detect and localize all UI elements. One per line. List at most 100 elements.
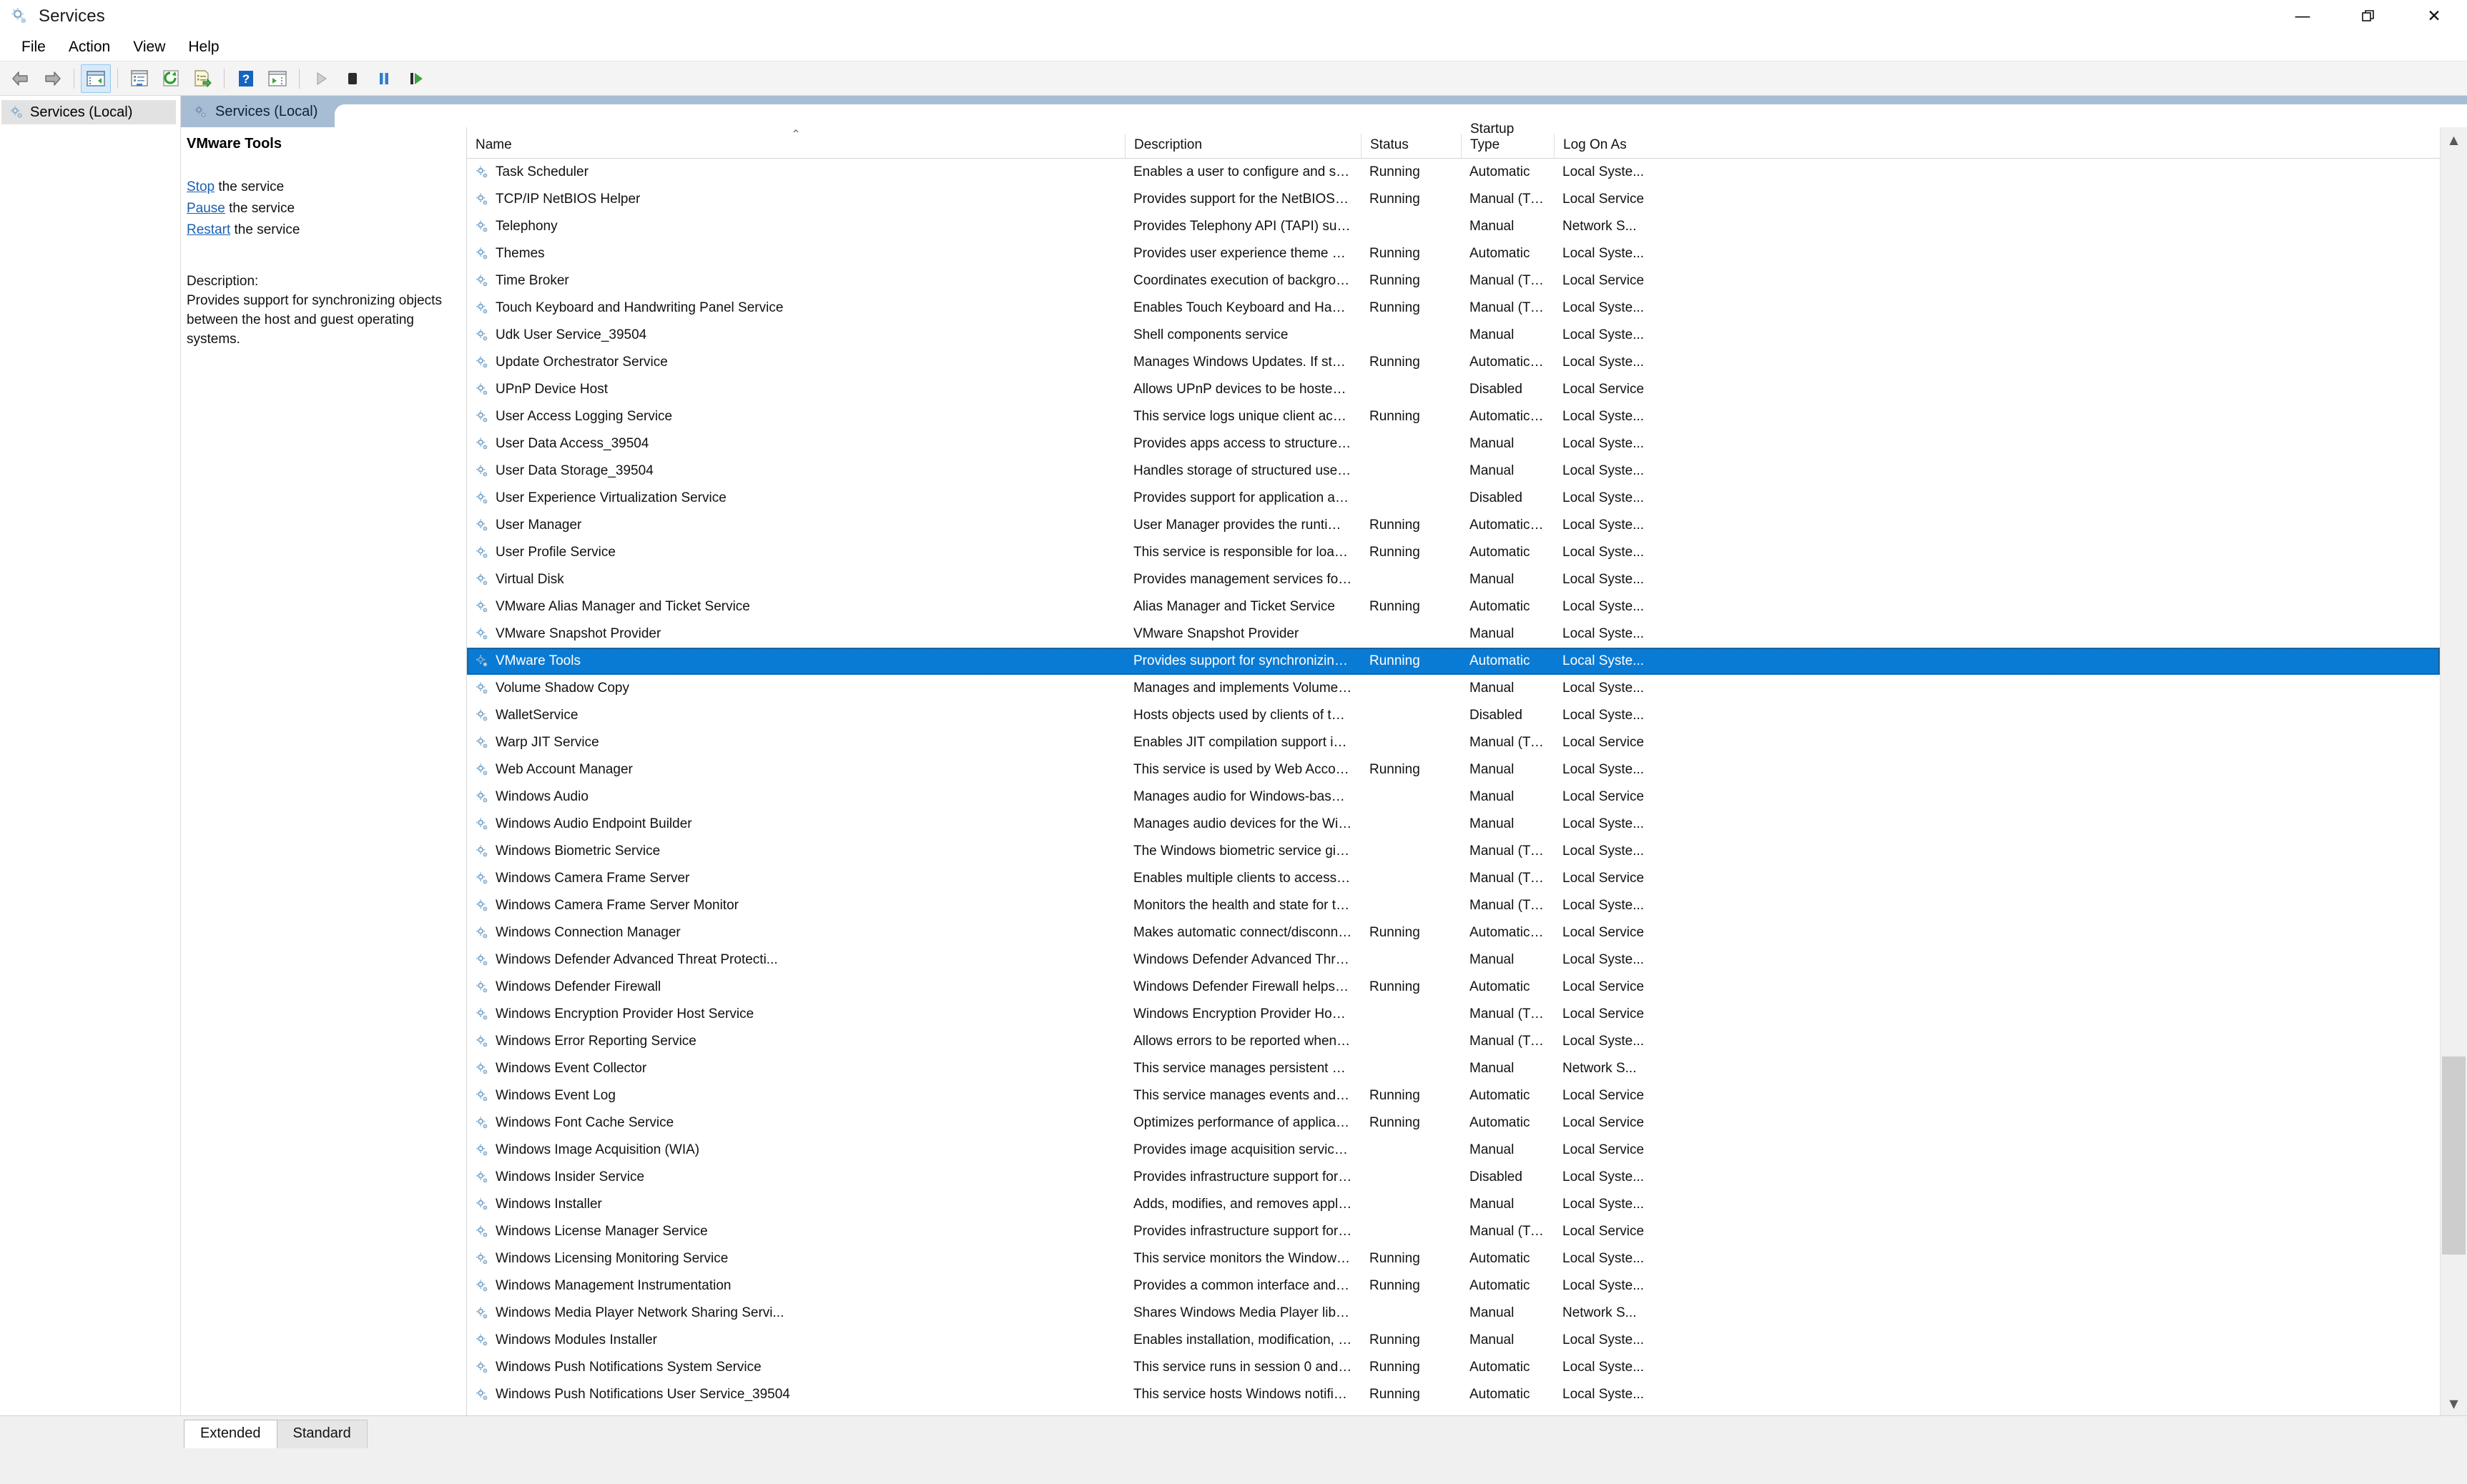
table-row[interactable]: Telephony Provides Telephony API (TAPI) s… bbox=[467, 213, 2440, 240]
cell-name: Windows Event Log bbox=[467, 1088, 1125, 1104]
column-header-status[interactable]: Status bbox=[1361, 134, 1461, 158]
scrollbar-thumb[interactable] bbox=[2442, 1056, 2466, 1255]
pane-content: VMware Tools Stop the service Pause the … bbox=[181, 122, 2467, 1415]
table-row[interactable]: Virtual Disk Provides management services… bbox=[467, 566, 2440, 593]
table-row[interactable]: Windows Defender Firewall Windows Defende… bbox=[467, 974, 2440, 1001]
table-row[interactable]: Windows Defender Advanced Threat Protect… bbox=[467, 946, 2440, 974]
table-row[interactable]: Windows Image Acquisition (WIA) Provides … bbox=[467, 1137, 2440, 1164]
table-row[interactable]: User Access Logging Service This service … bbox=[467, 403, 2440, 430]
table-row[interactable]: User Experience Virtualization Service Pr… bbox=[467, 485, 2440, 512]
table-row[interactable]: VMware Alias Manager and Ticket Service A… bbox=[467, 593, 2440, 620]
table-row[interactable]: Windows Encryption Provider Host Service… bbox=[467, 1001, 2440, 1028]
table-row[interactable]: UPnP Device Host Allows UPnP devices to b… bbox=[467, 376, 2440, 403]
table-row[interactable]: Task Scheduler Enables a user to configur… bbox=[467, 159, 2440, 186]
table-row[interactable]: Windows License Manager Service Provides … bbox=[467, 1218, 2440, 1245]
menu-file[interactable]: File bbox=[10, 36, 57, 59]
restart-service-suffix: the service bbox=[230, 222, 300, 237]
table-row[interactable]: Windows Licensing Monitoring Service This… bbox=[467, 1245, 2440, 1272]
cell-description: Provides apps access to structured u... bbox=[1133, 436, 1361, 451]
table-row[interactable]: Windows Push Notifications System Servic… bbox=[467, 1354, 2440, 1381]
table-row[interactable]: VMware Snapshot Provider VMware Snapshot … bbox=[467, 620, 2440, 648]
service-name-label: Windows Licensing Monitoring Service bbox=[496, 1251, 729, 1266]
table-row[interactable]: Windows Management Instrumentation Provid… bbox=[467, 1272, 2440, 1300]
table-row[interactable]: Windows Audio Manages audio for Windows-b… bbox=[467, 783, 2440, 811]
back-icon[interactable] bbox=[6, 64, 36, 93]
scroll-up-arrow-icon[interactable]: ▲ bbox=[2441, 127, 2467, 152]
close-button[interactable]: ✕ bbox=[2401, 0, 2467, 33]
table-row[interactable]: User Data Access_39504 Provides apps acce… bbox=[467, 430, 2440, 457]
table-row[interactable]: TCP/IP NetBIOS Helper Provides support fo… bbox=[467, 186, 2440, 213]
column-header-description[interactable]: Description bbox=[1125, 134, 1361, 158]
table-row[interactable]: Windows Event Collector This service mana… bbox=[467, 1055, 2440, 1082]
column-header-name[interactable]: Name ⌃ bbox=[467, 129, 1125, 158]
cell-logon: Local Syste... bbox=[1562, 1251, 1645, 1266]
menu-action[interactable]: Action bbox=[57, 36, 122, 59]
table-row[interactable]: Windows Connection Manager Makes automati… bbox=[467, 919, 2440, 946]
service-gear-icon bbox=[474, 1115, 490, 1131]
table-row[interactable]: Time Broker Coordinates execution of back… bbox=[467, 267, 2440, 295]
table-row[interactable]: Volume Shadow Copy Manages and implements… bbox=[467, 675, 2440, 702]
table-row[interactable]: WalletService Hosts objects used by clien… bbox=[467, 702, 2440, 729]
tree-node-services-local[interactable]: Services (Local) bbox=[1, 100, 176, 124]
cell-description: Hosts objects used by clients of the ... bbox=[1133, 708, 1361, 723]
refresh-icon[interactable] bbox=[156, 64, 186, 93]
restore-button[interactable] bbox=[2335, 0, 2401, 33]
export-list-icon[interactable] bbox=[187, 64, 217, 93]
column-header-startup-type[interactable]: Startup Type bbox=[1461, 122, 1554, 158]
table-row[interactable]: Windows Font Cache Service Optimizes perf… bbox=[467, 1109, 2440, 1137]
stop-service-icon[interactable] bbox=[338, 64, 368, 93]
table-row[interactable]: Update Orchestrator Service Manages Windo… bbox=[467, 349, 2440, 376]
scroll-down-arrow-icon[interactable]: ▼ bbox=[2441, 1391, 2467, 1415]
table-row[interactable]: Windows Modules Installer Enables install… bbox=[467, 1327, 2440, 1354]
show-action-pane-icon[interactable] bbox=[262, 64, 292, 93]
table-row[interactable]: Windows Insider Service Provides infrastr… bbox=[467, 1164, 2440, 1191]
table-row[interactable]: Windows Event Log This service manages ev… bbox=[467, 1082, 2440, 1109]
cell-description: Enables JIT compilation support in d... bbox=[1133, 735, 1361, 750]
forward-icon[interactable] bbox=[37, 64, 67, 93]
menu-view[interactable]: View bbox=[122, 36, 177, 59]
properties-icon[interactable] bbox=[124, 64, 154, 93]
show-hide-console-tree-icon[interactable] bbox=[81, 64, 111, 93]
service-gear-icon bbox=[474, 1088, 490, 1104]
start-service-icon[interactable] bbox=[306, 64, 336, 93]
table-row[interactable]: Windows Push Notifications User Service_… bbox=[467, 1381, 2440, 1408]
table-row[interactable]: Windows Audio Endpoint Builder Manages au… bbox=[467, 811, 2440, 838]
stop-service-link[interactable]: Stop bbox=[187, 179, 215, 194]
pause-service-icon[interactable] bbox=[369, 64, 399, 93]
cell-description: Enables installation, modification, a... bbox=[1133, 1332, 1357, 1347]
description-text: Provides support for synchronizing objec… bbox=[187, 293, 442, 347]
tab-extended[interactable]: Extended bbox=[184, 1420, 277, 1448]
column-header-log-on-as[interactable]: Log On As bbox=[1554, 134, 1668, 158]
table-row[interactable]: User Data Storage_39504 Handles storage o… bbox=[467, 457, 2440, 485]
table-row[interactable]: User Profile Service This service is resp… bbox=[467, 539, 2440, 566]
pause-service-link[interactable]: Pause bbox=[187, 201, 225, 216]
table-row[interactable]: VMware Tools Provides support for synchro… bbox=[467, 648, 2440, 675]
table-row[interactable]: Windows Camera Frame Server Monitor Monit… bbox=[467, 892, 2440, 919]
minimize-button[interactable]: — bbox=[2270, 0, 2335, 33]
tab-standard[interactable]: Standard bbox=[276, 1420, 368, 1448]
service-name-label: TCP/IP NetBIOS Helper bbox=[496, 192, 641, 207]
table-row[interactable]: User Manager User Manager provides the ru… bbox=[467, 512, 2440, 539]
restart-service-link[interactable]: Restart bbox=[187, 222, 230, 237]
table-row[interactable]: Windows Error Reporting Service Allows er… bbox=[467, 1028, 2440, 1055]
help-icon[interactable]: ? bbox=[231, 64, 261, 93]
window-controls: — ✕ bbox=[2270, 0, 2467, 33]
table-row[interactable]: Windows Camera Frame Server Enables multi… bbox=[467, 865, 2440, 892]
table-row[interactable]: Touch Keyboard and Handwriting Panel Ser… bbox=[467, 295, 2440, 322]
service-gear-icon bbox=[474, 436, 490, 452]
table-row[interactable]: Warp JIT Service Enables JIT compilation … bbox=[467, 729, 2440, 756]
table-row[interactable]: Web Account Manager This service is used … bbox=[467, 756, 2440, 783]
table-row[interactable]: Windows Media Player Network Sharing Ser… bbox=[467, 1300, 2440, 1327]
cell-logon: Local Service bbox=[1562, 789, 1645, 804]
vertical-scrollbar[interactable]: ▲ ▼ bbox=[2440, 127, 2467, 1415]
table-row[interactable]: Windows Biometric Service The Windows bio… bbox=[467, 838, 2440, 865]
restart-service-icon[interactable] bbox=[400, 64, 430, 93]
table-row[interactable]: Udk User Service_39504 Shell components s… bbox=[467, 322, 2440, 349]
table-row[interactable]: Windows Installer Adds, modifies, and rem… bbox=[467, 1191, 2440, 1218]
cell-status: Running bbox=[1369, 273, 1420, 288]
service-gear-icon bbox=[474, 871, 490, 886]
table-row[interactable]: Themes Provides user experience theme ma.… bbox=[467, 240, 2440, 267]
cell-startup: Manual (Trig... bbox=[1469, 735, 1554, 750]
menu-help[interactable]: Help bbox=[177, 36, 230, 59]
scrollbar-track[interactable] bbox=[2441, 152, 2467, 1391]
